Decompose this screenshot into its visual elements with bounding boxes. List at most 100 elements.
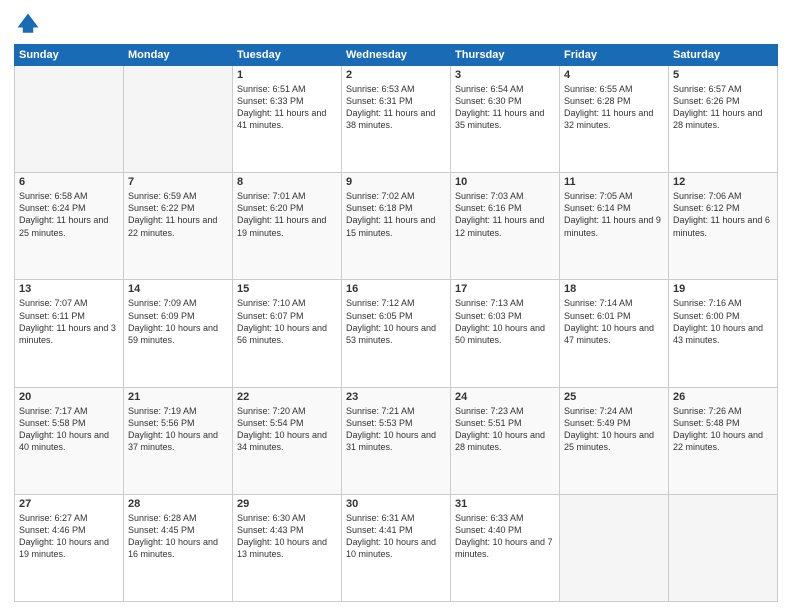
cell-info: Sunrise: 6:59 AM Sunset: 6:22 PM Dayligh…: [128, 190, 228, 239]
logo-icon: [14, 10, 42, 38]
calendar-cell: 5 Sunrise: 6:57 AM Sunset: 6:26 PM Daylig…: [669, 66, 778, 173]
calendar-table: SundayMondayTuesdayWednesdayThursdayFrid…: [14, 44, 778, 602]
day-number: 27: [19, 498, 119, 510]
day-number: 25: [564, 391, 664, 403]
weekday-header-saturday: Saturday: [669, 45, 778, 66]
calendar-cell: [15, 66, 124, 173]
calendar-cell: 25 Sunrise: 7:24 AM Sunset: 5:49 PM Dayli…: [560, 387, 669, 494]
day-number: 6: [19, 176, 119, 188]
calendar-cell: 2Sunrise: 6:53 AM Sunset: 6:31 PM Daylig…: [342, 66, 451, 173]
day-number: 22: [237, 391, 337, 403]
calendar-cell: 7 Sunrise: 6:59 AM Sunset: 6:22 PM Daylig…: [124, 173, 233, 280]
cell-info: Sunrise: 6:31 AM Sunset: 4:41 PM Dayligh…: [346, 512, 446, 561]
calendar-cell: 9 Sunrise: 7:02 AM Sunset: 6:18 PM Daylig…: [342, 173, 451, 280]
calendar-cell: 19 Sunrise: 7:16 AM Sunset: 6:00 PM Dayli…: [669, 280, 778, 387]
day-number: 15: [237, 283, 337, 295]
weekday-header-wednesday: Wednesday: [342, 45, 451, 66]
cell-info: Sunrise: 7:16 AM Sunset: 6:00 PM Dayligh…: [673, 297, 773, 346]
calendar-cell: [669, 494, 778, 601]
weekday-header-row: SundayMondayTuesdayWednesdayThursdayFrid…: [15, 45, 778, 66]
cell-info: Sunrise: 7:21 AM Sunset: 5:53 PM Dayligh…: [346, 405, 446, 454]
day-number: 1: [237, 69, 337, 81]
day-number: 9: [346, 176, 446, 188]
cell-info: Sunrise: 6:57 AM Sunset: 6:26 PM Dayligh…: [673, 83, 773, 132]
day-number: 18: [564, 283, 664, 295]
day-number: 19: [673, 283, 773, 295]
day-number: 14: [128, 283, 228, 295]
day-number: 23: [346, 391, 446, 403]
weekday-header-thursday: Thursday: [451, 45, 560, 66]
cell-info: Sunrise: 7:03 AM Sunset: 6:16 PM Dayligh…: [455, 190, 555, 239]
calendar-cell: 11Sunrise: 7:05 AM Sunset: 6:14 PM Dayli…: [560, 173, 669, 280]
cell-info: Sunrise: 7:13 AM Sunset: 6:03 PM Dayligh…: [455, 297, 555, 346]
cell-info: Sunrise: 7:10 AM Sunset: 6:07 PM Dayligh…: [237, 297, 337, 346]
day-number: 31: [455, 498, 555, 510]
cell-info: Sunrise: 7:19 AM Sunset: 5:56 PM Dayligh…: [128, 405, 228, 454]
calendar-cell: 4 Sunrise: 6:55 AM Sunset: 6:28 PM Daylig…: [560, 66, 669, 173]
day-number: 12: [673, 176, 773, 188]
calendar-cell: 15 Sunrise: 7:10 AM Sunset: 6:07 PM Dayli…: [233, 280, 342, 387]
cell-info: Sunrise: 7:23 AM Sunset: 5:51 PM Dayligh…: [455, 405, 555, 454]
day-number: 3: [455, 69, 555, 81]
week-row-3: 13Sunrise: 7:07 AM Sunset: 6:11 PM Dayli…: [15, 280, 778, 387]
cell-info: Sunrise: 7:06 AM Sunset: 6:12 PM Dayligh…: [673, 190, 773, 239]
day-number: 8: [237, 176, 337, 188]
calendar-cell: 23 Sunrise: 7:21 AM Sunset: 5:53 PM Dayli…: [342, 387, 451, 494]
calendar-cell: 29 Sunrise: 6:30 AM Sunset: 4:43 PM Dayli…: [233, 494, 342, 601]
calendar-cell: 18 Sunrise: 7:14 AM Sunset: 6:01 PM Dayli…: [560, 280, 669, 387]
cell-info: Sunrise: 6:30 AM Sunset: 4:43 PM Dayligh…: [237, 512, 337, 561]
week-row-4: 20 Sunrise: 7:17 AM Sunset: 5:58 PM Dayli…: [15, 387, 778, 494]
cell-info: Sunrise: 7:17 AM Sunset: 5:58 PM Dayligh…: [19, 405, 119, 454]
calendar-cell: [124, 66, 233, 173]
week-row-5: 27 Sunrise: 6:27 AM Sunset: 4:46 PM Dayli…: [15, 494, 778, 601]
calendar-cell: 13Sunrise: 7:07 AM Sunset: 6:11 PM Dayli…: [15, 280, 124, 387]
cell-info: Sunrise: 6:55 AM Sunset: 6:28 PM Dayligh…: [564, 83, 664, 132]
cell-info: Sunrise: 7:01 AM Sunset: 6:20 PM Dayligh…: [237, 190, 337, 239]
cell-info: Sunrise: 6:53 AM Sunset: 6:31 PM Dayligh…: [346, 83, 446, 132]
week-row-2: 6Sunrise: 6:58 AM Sunset: 6:24 PM Daylig…: [15, 173, 778, 280]
header: [14, 10, 778, 38]
day-number: 11: [564, 176, 664, 188]
calendar-cell: 30Sunrise: 6:31 AM Sunset: 4:41 PM Dayli…: [342, 494, 451, 601]
weekday-header-tuesday: Tuesday: [233, 45, 342, 66]
day-number: 10: [455, 176, 555, 188]
day-number: 4: [564, 69, 664, 81]
calendar-cell: 17Sunrise: 7:13 AM Sunset: 6:03 PM Dayli…: [451, 280, 560, 387]
calendar-cell: 8 Sunrise: 7:01 AM Sunset: 6:20 PM Daylig…: [233, 173, 342, 280]
calendar-cell: [560, 494, 669, 601]
calendar-cell: 14 Sunrise: 7:09 AM Sunset: 6:09 PM Dayli…: [124, 280, 233, 387]
cell-info: Sunrise: 7:20 AM Sunset: 5:54 PM Dayligh…: [237, 405, 337, 454]
weekday-header-monday: Monday: [124, 45, 233, 66]
day-number: 7: [128, 176, 228, 188]
weekday-header-sunday: Sunday: [15, 45, 124, 66]
cell-info: Sunrise: 7:09 AM Sunset: 6:09 PM Dayligh…: [128, 297, 228, 346]
logo: [14, 10, 46, 38]
calendar-cell: 22 Sunrise: 7:20 AM Sunset: 5:54 PM Dayli…: [233, 387, 342, 494]
day-number: 13: [19, 283, 119, 295]
calendar-cell: 3Sunrise: 6:54 AM Sunset: 6:30 PM Daylig…: [451, 66, 560, 173]
calendar-cell: 12 Sunrise: 7:06 AM Sunset: 6:12 PM Dayli…: [669, 173, 778, 280]
calendar-cell: 6Sunrise: 6:58 AM Sunset: 6:24 PM Daylig…: [15, 173, 124, 280]
day-number: 16: [346, 283, 446, 295]
cell-info: Sunrise: 6:33 AM Sunset: 4:40 PM Dayligh…: [455, 512, 555, 561]
week-row-1: 1Sunrise: 6:51 AM Sunset: 6:33 PM Daylig…: [15, 66, 778, 173]
calendar-cell: 16 Sunrise: 7:12 AM Sunset: 6:05 PM Dayli…: [342, 280, 451, 387]
calendar-cell: 10 Sunrise: 7:03 AM Sunset: 6:16 PM Dayli…: [451, 173, 560, 280]
cell-info: Sunrise: 7:12 AM Sunset: 6:05 PM Dayligh…: [346, 297, 446, 346]
day-number: 21: [128, 391, 228, 403]
day-number: 5: [673, 69, 773, 81]
day-number: 20: [19, 391, 119, 403]
calendar-cell: 28 Sunrise: 6:28 AM Sunset: 4:45 PM Dayli…: [124, 494, 233, 601]
cell-info: Sunrise: 6:27 AM Sunset: 4:46 PM Dayligh…: [19, 512, 119, 561]
calendar-cell: 27 Sunrise: 6:27 AM Sunset: 4:46 PM Dayli…: [15, 494, 124, 601]
day-number: 28: [128, 498, 228, 510]
day-number: 29: [237, 498, 337, 510]
cell-info: Sunrise: 7:26 AM Sunset: 5:48 PM Dayligh…: [673, 405, 773, 454]
calendar-cell: 31 Sunrise: 6:33 AM Sunset: 4:40 PM Dayli…: [451, 494, 560, 601]
cell-info: Sunrise: 7:02 AM Sunset: 6:18 PM Dayligh…: [346, 190, 446, 239]
calendar-cell: 21 Sunrise: 7:19 AM Sunset: 5:56 PM Dayli…: [124, 387, 233, 494]
calendar-cell: 26Sunrise: 7:26 AM Sunset: 5:48 PM Dayli…: [669, 387, 778, 494]
cell-info: Sunrise: 7:14 AM Sunset: 6:01 PM Dayligh…: [564, 297, 664, 346]
cell-info: Sunrise: 7:24 AM Sunset: 5:49 PM Dayligh…: [564, 405, 664, 454]
cell-info: Sunrise: 6:28 AM Sunset: 4:45 PM Dayligh…: [128, 512, 228, 561]
